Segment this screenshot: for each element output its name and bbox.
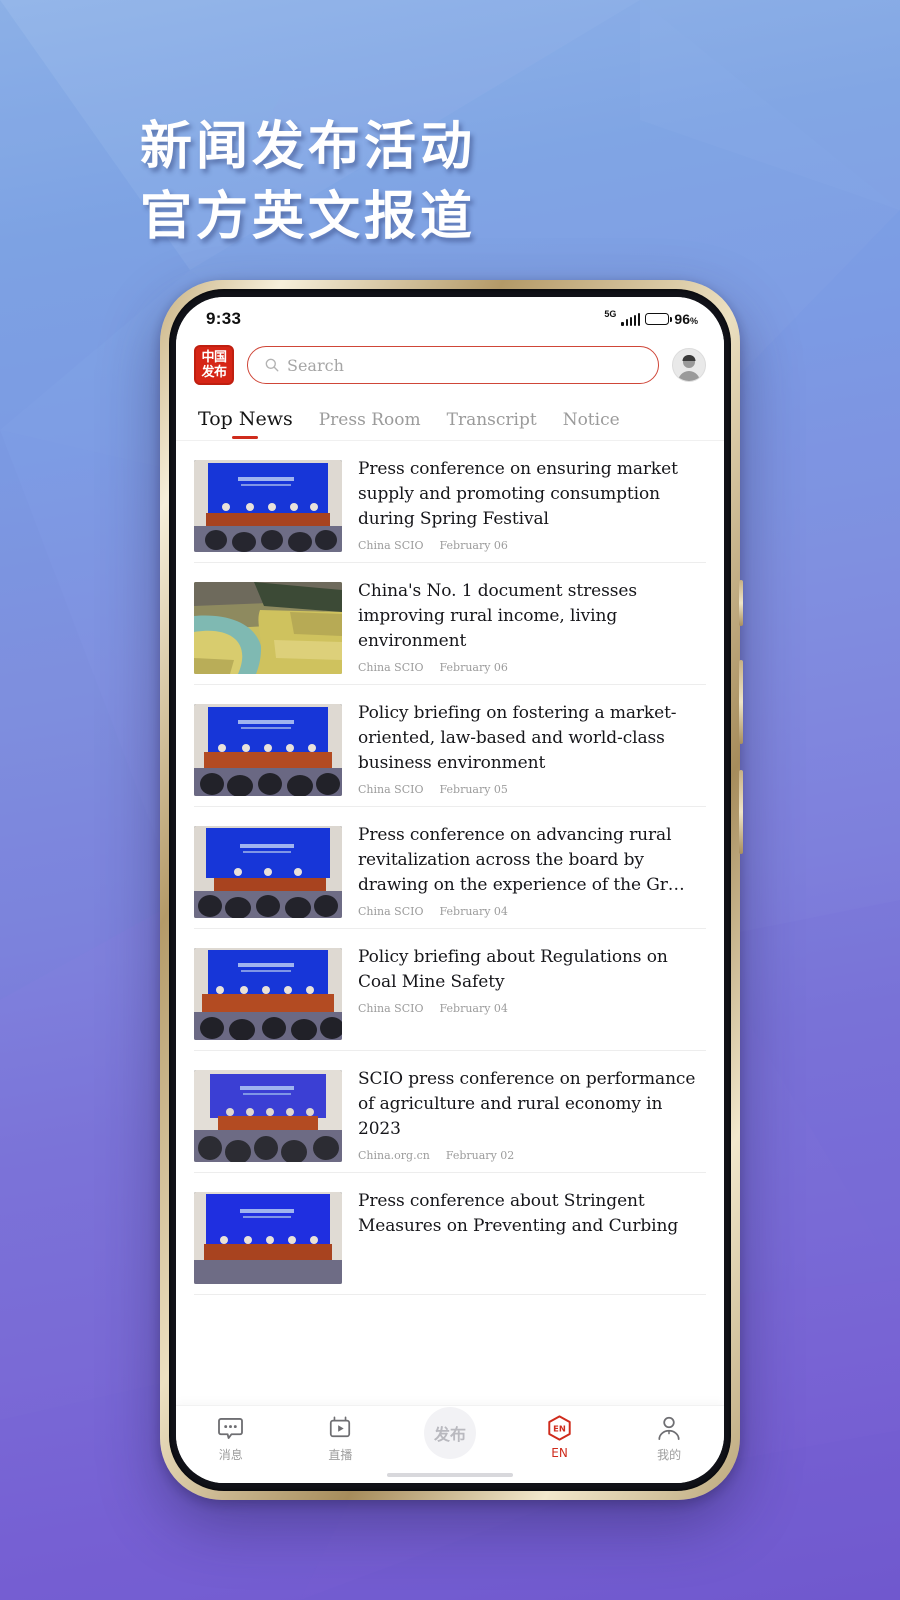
battery-percent-value: 96 [674,311,690,327]
article-thumbnail [194,582,342,674]
nav-item-messages[interactable]: 消息 [183,1415,279,1463]
search-input[interactable]: Search [287,356,344,375]
article-title[interactable]: Policy briefing on fostering a market-or… [358,701,706,776]
article-body: Policy briefing about Regulations on Coa… [358,945,706,1040]
poster-headline: 新闻发布活动 官方英文报道 [140,112,476,252]
article-source: China.org.cn [358,1149,430,1162]
tab-transcript[interactable]: Transcript [447,410,537,440]
article-date: February 06 [439,539,508,552]
phone-bezel: 9:33 5G 96% 中国 发布 Search Top News Press … [169,289,731,1491]
message-bubble-icon [218,1415,244,1441]
battery-icon [645,313,672,325]
percent-sign: % [689,316,698,326]
nav-item-profile[interactable]: 我的 [621,1415,717,1463]
live-video-icon [328,1415,352,1441]
article-title[interactable]: Press conference about Stringent Measure… [358,1189,706,1239]
article-title[interactable]: Press conference on advancing rural revi… [358,823,706,898]
article-list-item[interactable]: Press conference on advancing rural revi… [194,807,706,929]
article-date: February 05 [439,783,508,796]
article-body: Press conference about Stringent Measure… [358,1189,706,1284]
article-source: China SCIO [358,661,424,674]
status-bar: 9:33 5G 96% [176,297,724,341]
article-body: Press conference on ensuring market supp… [358,457,706,552]
tab-notice[interactable]: Notice [563,410,620,440]
status-time: 9:33 [206,309,242,328]
article-meta: China SCIO February 06 [358,661,706,674]
phone-screen: 9:33 5G 96% 中国 发布 Search Top News Press … [176,297,724,1483]
phone-volume-up-button[interactable] [739,660,743,744]
phone-mute-button[interactable] [739,580,743,626]
article-meta: China.org.cn February 02 [358,1149,706,1162]
article-thumbnail [194,1192,342,1284]
user-avatar[interactable] [672,348,706,382]
signal-strength-icon [621,312,641,326]
publish-fab-icon[interactable]: 发布 [423,1407,476,1459]
article-source: China SCIO [358,1002,424,1015]
article-date: February 06 [439,661,508,674]
status-indicators: 5G 96% [604,309,698,327]
article-list-item[interactable]: Policy briefing on fostering a market-or… [194,685,706,807]
app-logo[interactable]: 中国 发布 [194,345,234,385]
article-source: China SCIO [358,783,424,796]
tab-top-news[interactable]: Top News [198,408,293,440]
search-bar[interactable]: Search [247,346,659,384]
article-list-item[interactable]: China's No. 1 document stresses improvin… [194,563,706,685]
app-header: 中国 发布 Search [176,341,724,395]
article-thumbnail [194,948,342,1040]
article-meta: China SCIO February 06 [358,539,706,552]
article-body: Policy briefing on fostering a market-or… [358,701,706,796]
logo-line-2: 发布 [201,365,227,380]
article-source: China SCIO [358,905,424,918]
article-thumbnail [194,704,342,796]
tab-press-room[interactable]: Press Room [319,410,421,440]
article-title[interactable]: Press conference on ensuring market supp… [358,457,706,532]
headline-line-2: 官方英文报道 [140,186,477,247]
article-title[interactable]: Policy briefing about Regulations on Coa… [358,945,706,995]
battery-percent-label: 96% [674,311,698,327]
article-list-item[interactable]: Press conference about Stringent Measure… [194,1173,706,1295]
logo-line-1: 中国 [201,350,227,365]
article-list-item[interactable]: Press conference on ensuring market supp… [194,441,706,563]
article-meta: China SCIO February 04 [358,1002,706,1015]
network-type-label: 5G [604,309,617,319]
article-source: China SCIO [358,539,424,552]
search-icon [265,358,279,372]
article-date: February 04 [439,905,508,918]
article-title[interactable]: SCIO press conference on performance of … [358,1067,706,1142]
nav-label-profile: 我的 [657,1448,682,1462]
nav-item-publish[interactable]: 发布 [402,1407,498,1459]
article-list-item[interactable]: SCIO press conference on performance of … [194,1051,706,1173]
nav-item-english[interactable]: EN EN [512,1415,608,1460]
phone-mockup: 9:33 5G 96% 中国 发布 Search Top News Press … [160,280,743,1500]
category-tabs: Top News Press Room Transcript Notice [176,395,724,441]
bottom-navigation: 消息 直播 发布 EN EN 我的 [176,1405,724,1483]
article-body: Press conference on advancing rural revi… [358,823,706,918]
nav-item-live[interactable]: 直播 [292,1415,388,1463]
nav-label-messages: 消息 [218,1448,243,1462]
article-list-item[interactable]: Policy briefing about Regulations on Coa… [194,929,706,1051]
article-title[interactable]: China's No. 1 document stresses improvin… [358,579,706,654]
article-meta: China SCIO February 05 [358,783,706,796]
article-date: February 02 [445,1149,515,1162]
article-body: SCIO press conference on performance of … [358,1067,706,1162]
article-thumbnail [194,460,342,552]
nav-label-english: EN [551,1446,568,1460]
poster-canvas: 新闻发布活动 官方英文报道 9:33 5G 96% 中国 发布 Search T… [0,0,900,1600]
svg-text:EN: EN [553,1424,566,1434]
article-thumbnail [194,826,342,918]
phone-volume-down-button[interactable] [739,770,743,854]
article-meta: China SCIO February 04 [358,905,706,918]
article-feed[interactable]: Press conference on ensuring market supp… [176,441,724,1353]
article-body: China's No. 1 document stresses improvin… [358,579,706,674]
article-thumbnail [194,1070,342,1162]
home-indicator[interactable] [387,1473,513,1477]
nav-label-live: 直播 [328,1448,353,1462]
profile-person-icon [657,1415,681,1441]
article-date: February 04 [439,1002,508,1015]
headline-line-1: 新闻发布活动 [140,116,477,177]
en-language-icon: EN [547,1415,572,1441]
